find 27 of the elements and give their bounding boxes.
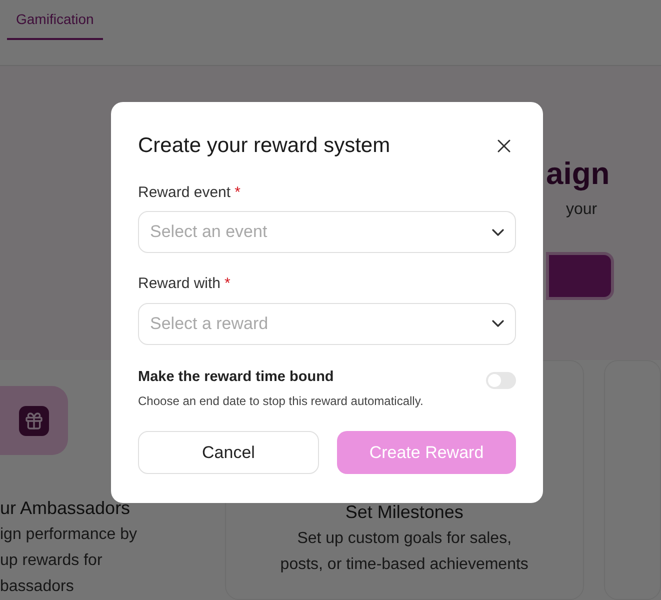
- chevron-down-icon: [492, 228, 504, 236]
- hero-title: aign: [546, 156, 611, 192]
- required-mark: *: [234, 182, 240, 202]
- card-text: Set up custom goals for sales,: [297, 529, 512, 549]
- select-placeholder: Select an event: [150, 221, 268, 244]
- dialog-title: Create your reward system: [138, 133, 390, 159]
- select-field[interactable]: Select an event: [138, 211, 516, 253]
- card-text: bassadors: [0, 577, 75, 597]
- hero-subtitle: your: [566, 200, 598, 220]
- tab[interactable]: Gamification: [7, 0, 103, 40]
- toggle-switch[interactable]: [486, 372, 516, 388]
- select-field[interactable]: Select a reward: [138, 302, 516, 344]
- toggle-label: Make the reward time bound: [138, 368, 335, 386]
- toggle-description: Choose an end date to stop this reward automatically.: [138, 393, 424, 410]
- gift-icon: [24, 410, 44, 430]
- card-text: ign performance by: [0, 525, 138, 545]
- card-text: up rewards for: [0, 551, 104, 571]
- card-title: Set Milestones: [345, 501, 464, 524]
- required-mark: *: [224, 274, 230, 294]
- hero-button[interactable]: [546, 252, 614, 300]
- chevron-down-icon: [492, 320, 504, 327]
- field-label: Reward with: [138, 274, 221, 294]
- select-placeholder: Select a reward: [150, 312, 268, 335]
- card-text: posts, or time-based achievements: [280, 555, 528, 575]
- cancel-button[interactable]: Cancel: [138, 431, 319, 474]
- card-title: ur Ambassadors: [0, 497, 132, 520]
- field-label: Reward event: [138, 182, 231, 202]
